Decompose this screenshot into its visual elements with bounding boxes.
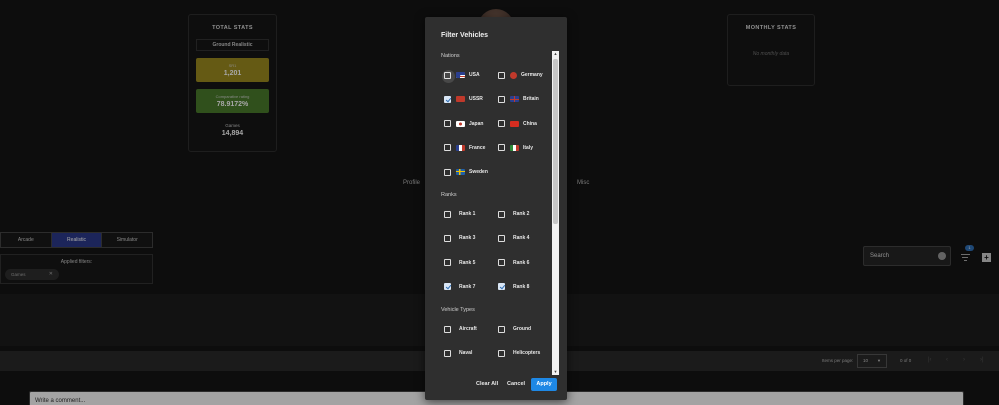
sweden-flag-icon bbox=[456, 169, 465, 176]
type-label: Aircraft bbox=[459, 326, 477, 332]
japan-flag-icon bbox=[456, 120, 465, 127]
type-checkbox-aircraft[interactable] bbox=[444, 325, 451, 333]
rank-option-rank-2[interactable]: Rank 2 bbox=[498, 209, 529, 219]
cancel-button[interactable]: Cancel bbox=[507, 378, 525, 391]
britain-flag-icon bbox=[510, 96, 519, 103]
france-flag-icon bbox=[456, 144, 465, 151]
rank-checkbox-rank-2[interactable] bbox=[498, 210, 505, 218]
nation-option-sweden[interactable]: Sweden bbox=[444, 167, 488, 177]
rank-option-rank-6[interactable]: Rank 6 bbox=[498, 258, 529, 268]
type-checkbox-naval[interactable] bbox=[444, 349, 451, 357]
nation-option-usa[interactable]: USA bbox=[442, 69, 480, 83]
rank-checkbox-rank-7[interactable] bbox=[444, 283, 451, 291]
rank-checkbox-rank-6[interactable] bbox=[498, 259, 505, 267]
scrollbar-thumb[interactable] bbox=[553, 59, 558, 224]
apply-button[interactable]: Apply bbox=[531, 378, 557, 391]
focus-ring bbox=[442, 69, 455, 83]
rank-checkbox-rank-3[interactable] bbox=[444, 234, 451, 242]
rank-label: Rank 6 bbox=[513, 259, 530, 266]
nation-checkbox-usa[interactable] bbox=[442, 69, 455, 83]
nation-checkbox-china[interactable] bbox=[498, 120, 505, 128]
nation-checkbox-italy[interactable] bbox=[498, 144, 505, 152]
section-ranks: Ranks bbox=[441, 192, 457, 198]
nation-checkbox-japan[interactable] bbox=[444, 120, 451, 128]
nation-option-italy[interactable]: Italy bbox=[498, 143, 533, 153]
rank-label: Rank 8 bbox=[513, 283, 530, 290]
rank-label: Rank 4 bbox=[513, 235, 530, 242]
rank-option-rank-1[interactable]: Rank 1 bbox=[444, 209, 475, 219]
rank-label: Rank 1 bbox=[459, 211, 476, 217]
type-checkbox-helicopters[interactable] bbox=[498, 349, 505, 357]
nation-option-china[interactable]: China bbox=[498, 119, 537, 129]
section-nations: Nations bbox=[441, 53, 460, 59]
rank-option-rank-8[interactable]: Rank 8 bbox=[498, 282, 529, 292]
rank-label: Rank 3 bbox=[459, 235, 476, 242]
rank-checkbox-rank-8[interactable] bbox=[498, 283, 505, 291]
rank-checkbox-rank-5[interactable] bbox=[444, 259, 451, 267]
rank-option-rank-3[interactable]: Rank 3 bbox=[444, 233, 475, 243]
nation-checkbox-germany[interactable] bbox=[498, 71, 505, 79]
rank-label: Rank 7 bbox=[459, 283, 476, 290]
nation-label: Britain bbox=[523, 96, 539, 103]
china-flag-icon bbox=[510, 120, 519, 127]
clear-all-button[interactable]: Clear All bbox=[476, 378, 498, 391]
rank-label: Rank 2 bbox=[513, 211, 530, 217]
section-vehicle-types: Vehicle Types bbox=[441, 307, 475, 313]
nation-label: China bbox=[523, 120, 537, 127]
nation-option-japan[interactable]: Japan bbox=[444, 119, 483, 129]
nation-option-britain[interactable]: Britain bbox=[498, 94, 539, 104]
italy-flag-icon bbox=[510, 144, 519, 151]
scroll-down-icon[interactable]: ▼ bbox=[552, 369, 559, 375]
nation-option-germany[interactable]: Germany bbox=[498, 70, 543, 80]
type-label: Helicopters bbox=[513, 350, 541, 357]
rank-checkbox-rank-4[interactable] bbox=[498, 234, 505, 242]
type-checkbox-ground[interactable] bbox=[498, 325, 505, 333]
nation-checkbox-france[interactable] bbox=[444, 144, 451, 152]
nation-label: France bbox=[469, 144, 486, 151]
nation-label: Italy bbox=[523, 144, 534, 151]
rank-checkbox-rank-1[interactable] bbox=[444, 210, 451, 218]
type-option-naval[interactable]: Naval bbox=[444, 348, 472, 358]
nation-option-france[interactable]: France bbox=[444, 143, 485, 153]
nation-label: Japan bbox=[469, 120, 484, 127]
nation-label: USA bbox=[469, 72, 480, 78]
germany-flag-icon bbox=[510, 71, 517, 79]
scroll-up-icon[interactable]: ▲ bbox=[552, 51, 559, 57]
nation-label: USSR bbox=[469, 96, 483, 103]
nation-label: Sweden bbox=[469, 169, 488, 176]
nation-checkbox-britain[interactable] bbox=[498, 95, 505, 103]
type-option-ground[interactable]: Ground bbox=[498, 324, 531, 334]
type-option-helicopters[interactable]: Helicopters bbox=[498, 348, 540, 358]
modal-title: Filter Vehicles bbox=[441, 32, 489, 39]
rank-option-rank-7[interactable]: Rank 7 bbox=[444, 282, 475, 292]
modal-scrollbar[interactable]: ▲ ▼ bbox=[552, 51, 559, 375]
type-option-aircraft[interactable]: Aircraft bbox=[444, 324, 477, 334]
nation-label: Germany bbox=[521, 72, 543, 78]
type-label: Naval bbox=[459, 350, 473, 357]
type-label: Ground bbox=[513, 326, 532, 332]
nation-checkbox-sweden[interactable] bbox=[444, 168, 451, 176]
ussr-flag-icon bbox=[456, 96, 465, 103]
nation-option-ussr[interactable]: USSR bbox=[444, 94, 483, 104]
rank-label: Rank 5 bbox=[459, 259, 476, 266]
rank-option-rank-5[interactable]: Rank 5 bbox=[444, 258, 475, 268]
usa-flag-icon bbox=[456, 72, 465, 78]
nation-checkbox-ussr[interactable] bbox=[444, 95, 451, 103]
rank-option-rank-4[interactable]: Rank 4 bbox=[498, 233, 529, 243]
